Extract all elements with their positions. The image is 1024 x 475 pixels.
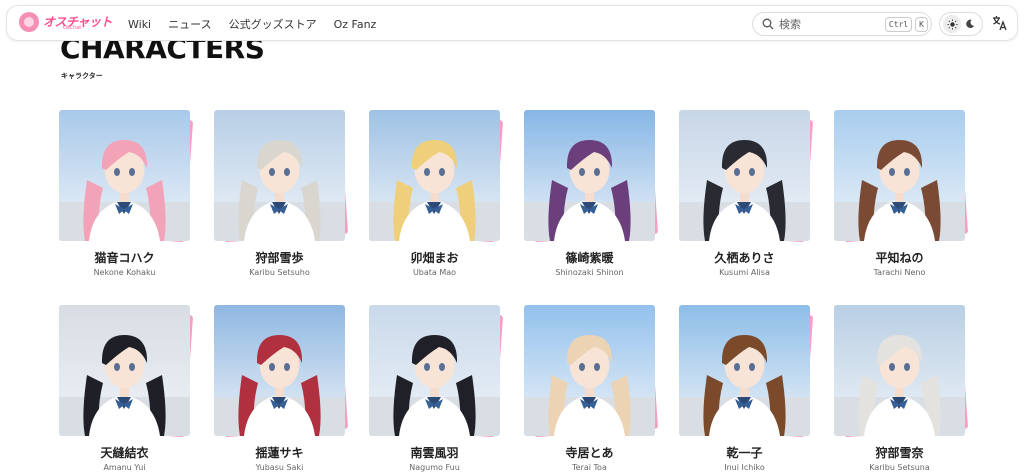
character-name: 南雲風羽 <box>410 446 459 460</box>
language-button[interactable] <box>992 15 1010 33</box>
character-card[interactable]: 乾一子 Inui Ichiko <box>679 305 814 475</box>
character-name: 平知ねの <box>875 251 924 265</box>
character-name: 狩部雪奈 <box>875 446 924 460</box>
character-card[interactable]: 狩部雪歩 Karibu Setsuho <box>214 110 349 284</box>
moon-icon <box>966 19 975 28</box>
nav-link-wiki[interactable]: Wiki <box>128 18 151 31</box>
character-name: 乾一子 <box>726 446 763 460</box>
character-card[interactable]: 南雲風羽 Nagumo Fuu <box>369 305 504 475</box>
character-name: 卯畑まお <box>410 251 459 265</box>
logo-icon <box>19 12 39 32</box>
character-name: 猫音コハク <box>94 251 155 265</box>
character-name: 天縫結衣 <box>100 446 149 460</box>
nav-link-oz-fanz[interactable]: Oz Fanz <box>334 18 377 31</box>
sun-icon <box>946 18 958 30</box>
character-romanized-name: Ubata Mao <box>412 268 457 277</box>
character-romanized-name: Nekone Kohaku <box>93 268 156 277</box>
character-portrait <box>59 305 190 436</box>
character-card[interactable]: 天縫結衣 Amanu Yui <box>59 305 194 475</box>
dark-mode-button[interactable] <box>961 15 979 33</box>
character-portrait <box>679 110 810 241</box>
character-portrait <box>214 110 345 241</box>
character-card[interactable]: 猫音コハク Nekone Kohaku <box>59 110 194 284</box>
character-romanized-name: Inui Ichiko <box>724 463 765 472</box>
theme-toggle[interactable] <box>939 12 983 36</box>
character-romanized-name: Karibu Setsuho <box>249 268 310 277</box>
character-portrait <box>369 110 500 241</box>
nav-link-news[interactable]: ニュース <box>168 16 211 32</box>
light-mode-button[interactable] <box>943 15 961 33</box>
top-navigation-bar: オスチャット OsChat Wiki ニュース 公式グッズストア Oz Fanz… <box>6 5 1018 41</box>
character-romanized-name: Yubasu Saki <box>255 463 304 472</box>
character-romanized-name: Amanu Yui <box>103 463 146 472</box>
character-card[interactable]: 平知ねの Tarachi Neno <box>834 110 969 284</box>
character-portrait <box>679 305 810 436</box>
character-portrait <box>214 305 345 436</box>
character-portrait <box>834 110 965 241</box>
shortcut-key-ctrl: Ctrl <box>884 16 913 32</box>
character-name: 久栖ありさ <box>714 251 775 265</box>
character-name: 狩部雪歩 <box>255 251 304 265</box>
character-romanized-name: Tarachi Neno <box>873 268 926 277</box>
search-box[interactable]: 検索 Ctrl K <box>752 12 932 36</box>
nav-link-store[interactable]: 公式グッズストア <box>229 16 317 32</box>
character-name: 寺居とあ <box>565 446 614 460</box>
character-card[interactable]: 狩部雪奈 Karibu Setsuna <box>834 305 969 475</box>
character-card[interactable]: 寺居とあ Terai Toa <box>524 305 659 475</box>
character-portrait <box>524 305 655 436</box>
character-portrait <box>834 305 965 436</box>
main-menu: Wiki ニュース 公式グッズストア Oz Fanz <box>128 6 393 42</box>
character-romanized-name: Karibu Setsuna <box>869 463 930 472</box>
character-name: 篠崎紫暖 <box>565 251 614 265</box>
character-romanized-name: Terai Toa <box>572 463 607 472</box>
character-romanized-name: Nagumo Fuu <box>409 463 460 472</box>
translate-icon <box>993 16 1007 31</box>
character-portrait <box>59 110 190 241</box>
character-name: 揺蓮サキ <box>255 446 304 460</box>
search-icon <box>762 18 774 30</box>
character-romanized-name: Kusumi Alisa <box>719 268 770 277</box>
character-portrait <box>524 110 655 241</box>
character-card[interactable]: 揺蓮サキ Yubasu Saki <box>214 305 349 475</box>
character-grid: 猫音コハク Nekone Kohaku 狩部雪歩 Karibu Setsuho 卯畑まお… <box>59 110 969 475</box>
shortcut-key-k: K <box>915 16 928 32</box>
character-card[interactable]: 久栖ありさ Kusumi Alisa <box>679 110 814 284</box>
page-subtitle: キャラクター <box>61 72 103 80</box>
character-portrait <box>369 305 500 436</box>
character-romanized-name: Shinozaki Shinon <box>555 268 624 277</box>
search-placeholder: 検索 <box>779 18 801 31</box>
character-card[interactable]: 篠崎紫暖 Shinozaki Shinon <box>524 110 659 284</box>
character-card[interactable]: 卯畑まお Ubata Mao <box>369 110 504 284</box>
logo-subtext: OsChat <box>63 25 82 31</box>
